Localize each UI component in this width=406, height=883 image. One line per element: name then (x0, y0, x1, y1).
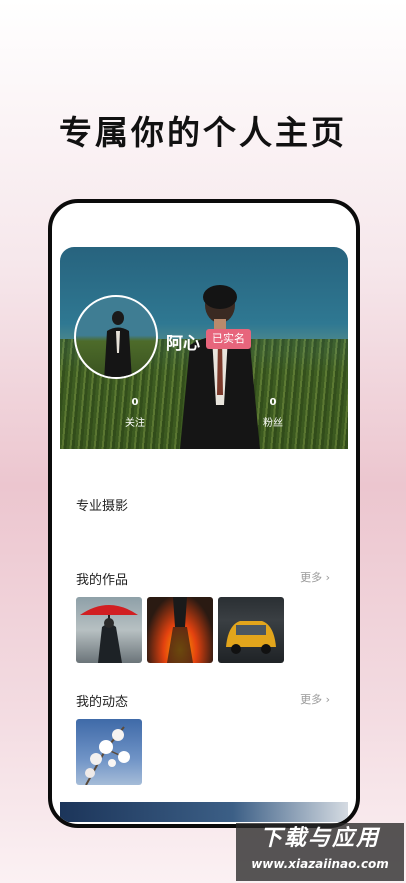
umbrella-photo (80, 605, 138, 663)
works-more-link[interactable]: 更多 › (300, 569, 330, 585)
page-headline: 专属你的个人主页 (59, 113, 347, 152)
moments-more-link[interactable]: 更多 › (300, 691, 330, 707)
next-card-preview (60, 802, 348, 822)
verified-badge: 已实名 (206, 329, 251, 349)
followers-count: 0 (269, 397, 277, 408)
profile-name: 阿心 (166, 334, 200, 354)
avatar[interactable] (74, 295, 158, 379)
work-thumbnail[interactable] (76, 597, 142, 663)
followers-stat[interactable]: 0 粉丝 (248, 397, 298, 429)
followers-label: 粉丝 (263, 418, 283, 429)
blossom-photo (85, 726, 130, 785)
profile-bio: 专业摄影 (76, 499, 129, 514)
work-thumbnail[interactable] (218, 597, 284, 663)
watermark-title: 下载与应用 (259, 826, 380, 851)
avatar-person-image (104, 311, 132, 377)
moments-section-title: 我的动态 (76, 695, 129, 710)
moment-thumbnail[interactable] (76, 719, 142, 785)
watermark-url: www.xiazaiinao.com (251, 857, 389, 871)
work-thumbnail[interactable] (147, 597, 213, 663)
following-label: 关注 (125, 418, 145, 429)
site-watermark: 下载与应用 www.xiazaiinao.com (236, 823, 404, 881)
profile-screen: 阿心 已实名 0 关注 0 粉丝 专业摄影 我的作品 更多 › 我的动态 更多 … (60, 247, 348, 824)
car-photo (226, 621, 276, 654)
following-stat[interactable]: 0 关注 (110, 397, 160, 429)
phone-mockup: 阿心 已实名 0 关注 0 粉丝 专业摄影 我的作品 更多 › 我的动态 更多 … (48, 199, 360, 828)
profile-cover: 阿心 已实名 0 关注 0 粉丝 (60, 247, 348, 449)
works-section-title: 我的作品 (76, 573, 129, 588)
fire-photo (167, 597, 193, 663)
following-count: 0 (131, 397, 139, 408)
